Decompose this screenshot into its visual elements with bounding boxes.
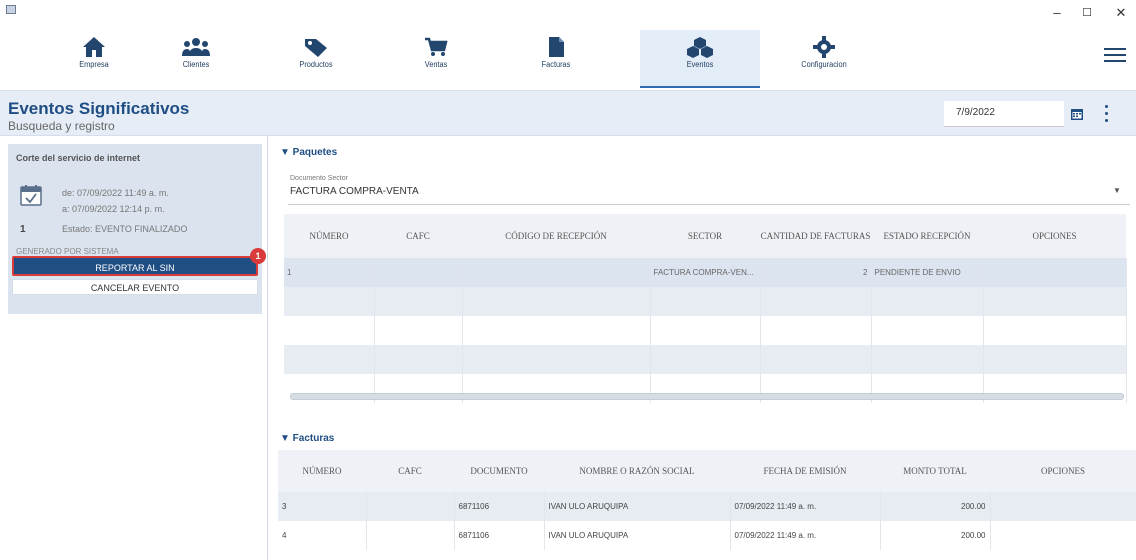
nav-item-facturas[interactable]: Facturas [496, 30, 616, 88]
document-sector-select[interactable]: FACTURA COMPRA-VENTA [290, 186, 419, 197]
top-navigation: Empresa Clientes Productos Ventas Factur… [0, 28, 1136, 90]
column-header[interactable]: OPCIONES [983, 214, 1126, 258]
nav-item-clientes[interactable]: Clientes [136, 30, 256, 88]
nav-label: Ventas [424, 60, 448, 69]
users-icon [182, 38, 210, 56]
maximize-button[interactable]: ☐ [1072, 2, 1102, 24]
event-end-time: a: 07/09/2022 12:14 p. m. [62, 204, 165, 214]
home-icon [83, 37, 105, 57]
facturas-table: NÚMERO CAFC DOCUMENTO NOMBRE O RAZÓN SOC… [278, 450, 1136, 550]
more-options-icon[interactable] [1104, 105, 1110, 123]
cell-fecha: 07/09/2022 11:49 a. m. [730, 521, 881, 550]
sidebar: Corte del servicio de internet de: 07/09… [0, 136, 268, 560]
paquetes-section-toggle[interactable]: ▼ Paquetes [280, 147, 337, 158]
cell-sector: FACTURA COMPRA-VEN... [650, 258, 761, 287]
facturas-section-toggle[interactable]: ▼ Facturas [280, 433, 334, 444]
close-button[interactable]: ✕ [1106, 2, 1136, 24]
gear-icon [813, 36, 835, 58]
cell-opciones[interactable] [990, 492, 1136, 521]
nav-item-ventas[interactable]: Ventas [376, 30, 496, 88]
select-underline [288, 204, 1130, 205]
cell-opciones[interactable] [983, 258, 1127, 287]
calendar-icon[interactable] [1070, 107, 1084, 121]
cell-codigo [462, 258, 651, 287]
cart-icon [425, 37, 448, 56]
table-row-empty [284, 287, 1127, 316]
cell-numero: 3 [278, 492, 367, 521]
minimize-button[interactable]: – [1042, 2, 1072, 24]
window-titlebar: – ☐ ✕ [0, 0, 1136, 28]
nav-label: Productos [299, 60, 333, 69]
nav-label: Configuracion [801, 60, 847, 69]
nav-label: Facturas [541, 60, 571, 69]
nav-label: Eventos [686, 60, 714, 69]
cell-numero: 4 [278, 521, 367, 550]
page-subtitle: Busqueda y registro [8, 119, 115, 133]
page-title: Eventos Significativos [8, 99, 190, 118]
hamburger-menu-icon[interactable] [1104, 48, 1126, 66]
column-header[interactable]: CÓDIGO DE RECEPCIÓN [462, 214, 650, 258]
cell-cafc [366, 521, 455, 550]
report-sin-button[interactable]: REPORTAR AL SIN [12, 256, 258, 276]
date-field[interactable]: 7/9/2022 [944, 101, 1064, 127]
horizontal-scrollbar[interactable] [290, 393, 1124, 400]
cancel-event-button[interactable]: CANCELAR EVENTO [12, 279, 258, 295]
document-icon [549, 37, 564, 57]
cell-nombre: IVAN ULO ARUQUIPA [544, 521, 731, 550]
column-header[interactable]: ESTADO RECEPCIÓN [871, 214, 983, 258]
cell-cantidad: 2 [760, 258, 872, 287]
event-title: Corte del servicio de internet [16, 153, 141, 163]
column-header[interactable]: NOMBRE O RAZÓN SOCIAL [544, 450, 730, 492]
column-header[interactable]: NÚMERO [278, 450, 366, 492]
column-header[interactable]: MONTO TOTAL [880, 450, 990, 492]
nav-item-eventos[interactable]: Eventos [640, 30, 760, 88]
column-header[interactable]: SECTOR [650, 214, 760, 258]
tag-icon [305, 39, 327, 57]
nav-item-configuracion[interactable]: Configuracion [764, 30, 884, 88]
event-status: Estado: EVENTO FINALIZADO [62, 224, 188, 234]
nav-label: Clientes [182, 60, 210, 69]
cell-opciones[interactable] [990, 521, 1136, 550]
table-row-empty [284, 316, 1127, 345]
table-row[interactable]: 3 6871106 IVAN ULO ARUQUIPA 07/09/2022 1… [278, 492, 1136, 521]
event-number: 1 [20, 224, 26, 235]
cell-numero: 1 [284, 258, 375, 287]
calendar-check-icon [20, 185, 42, 206]
nav-item-productos[interactable]: Productos [256, 30, 376, 88]
cell-monto: 200.00 [880, 492, 991, 521]
chevron-down-icon[interactable]: ▼ [1113, 186, 1121, 195]
column-header[interactable]: FECHA DE EMISIÓN [730, 450, 880, 492]
cell-nombre: IVAN ULO ARUQUIPA [544, 492, 731, 521]
paquetes-table: NÚMERO CAFC CÓDIGO DE RECEPCIÓN SECTOR C… [284, 214, 1127, 403]
cell-monto: 200.00 [880, 521, 991, 550]
cubes-icon [687, 37, 713, 58]
cell-estado: PENDIENTE DE ENVIO [871, 258, 984, 287]
table-row[interactable]: 1 FACTURA COMPRA-VEN... 2 PENDIENTE DE E… [284, 258, 1127, 287]
event-start-time: de: 07/09/2022 11:49 a. m. [62, 188, 169, 198]
column-header[interactable]: CAFC [374, 214, 462, 258]
column-header[interactable]: DOCUMENTO [454, 450, 544, 492]
column-header[interactable]: NÚMERO [284, 214, 374, 258]
cell-documento: 6871106 [454, 492, 545, 521]
event-generated-by: GENERADO POR SISTEMA [16, 247, 119, 256]
app-icon [6, 5, 16, 14]
nav-label: Empresa [79, 60, 109, 69]
table-row[interactable]: 4 6871106 IVAN ULO ARUQUIPA 07/09/2022 1… [278, 521, 1136, 550]
cell-fecha: 07/09/2022 11:49 a. m. [730, 492, 881, 521]
cell-cafc [366, 492, 455, 521]
column-header[interactable]: CANTIDAD DE FACTURAS [760, 214, 871, 258]
column-header[interactable]: OPCIONES [990, 450, 1136, 492]
table-row-empty [284, 345, 1127, 374]
step-badge: 1 [250, 248, 266, 264]
column-header[interactable]: CAFC [366, 450, 454, 492]
cell-documento: 6871106 [454, 521, 545, 550]
document-sector-label: Documento Sector [290, 175, 348, 182]
cell-cafc [374, 258, 463, 287]
